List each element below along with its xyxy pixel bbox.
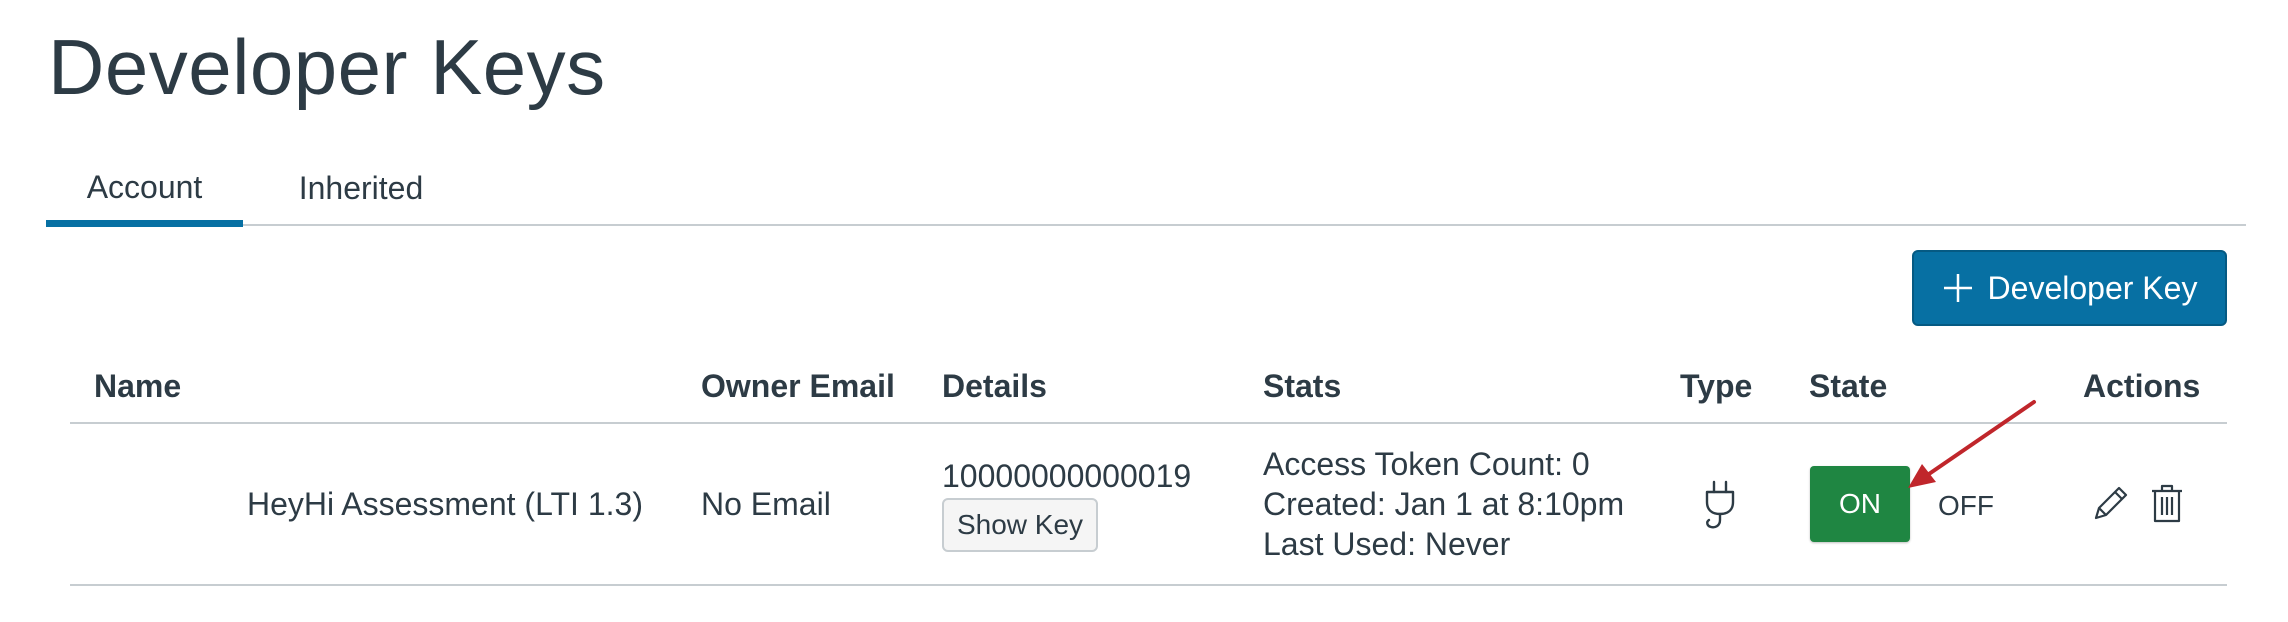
edit-icon[interactable] <box>2092 484 2130 522</box>
key-stats: Access Token Count: 0 Created: Jan 1 at … <box>1263 444 1624 564</box>
state-on-button[interactable]: ON <box>1810 466 1910 542</box>
developer-keys-page: Developer Keys Account Inherited Develop… <box>0 0 2288 622</box>
annotation-arrow-icon <box>1908 400 2036 488</box>
table-divider <box>70 584 2227 586</box>
access-token-count: Access Token Count: 0 <box>1263 446 1590 482</box>
last-used: Last Used: Never <box>1263 526 1511 562</box>
tab-inherited[interactable]: Inherited <box>282 150 440 226</box>
key-id: 10000000000019 <box>942 458 1192 494</box>
tab-bar: Account Inherited <box>46 150 2246 227</box>
page-title: Developer Keys <box>48 23 606 111</box>
add-developer-key-button[interactable]: Developer Key <box>1912 250 2227 326</box>
column-header-name: Name <box>94 368 182 404</box>
add-developer-key-label: Developer Key <box>1987 269 2198 306</box>
tab-account[interactable]: Account <box>46 150 243 227</box>
owner-email: No Email <box>701 486 831 522</box>
column-header-stats: Stats <box>1263 368 1342 404</box>
column-header-type: Type <box>1680 368 1753 404</box>
plug-icon <box>1705 480 1735 529</box>
column-header-state: State <box>1809 368 1888 404</box>
created-date: Created: Jan 1 at 8:10pm <box>1263 486 1625 522</box>
key-name: HeyHi Assessment (LTI 1.3) <box>247 486 643 522</box>
column-header-details: Details <box>942 368 1047 404</box>
show-key-button[interactable]: Show Key <box>942 498 1098 552</box>
column-header-owner-email: Owner Email <box>701 368 895 404</box>
column-header-actions: Actions <box>2083 368 2201 404</box>
trash-icon[interactable] <box>2150 484 2184 524</box>
plus-icon <box>1943 274 1972 302</box>
